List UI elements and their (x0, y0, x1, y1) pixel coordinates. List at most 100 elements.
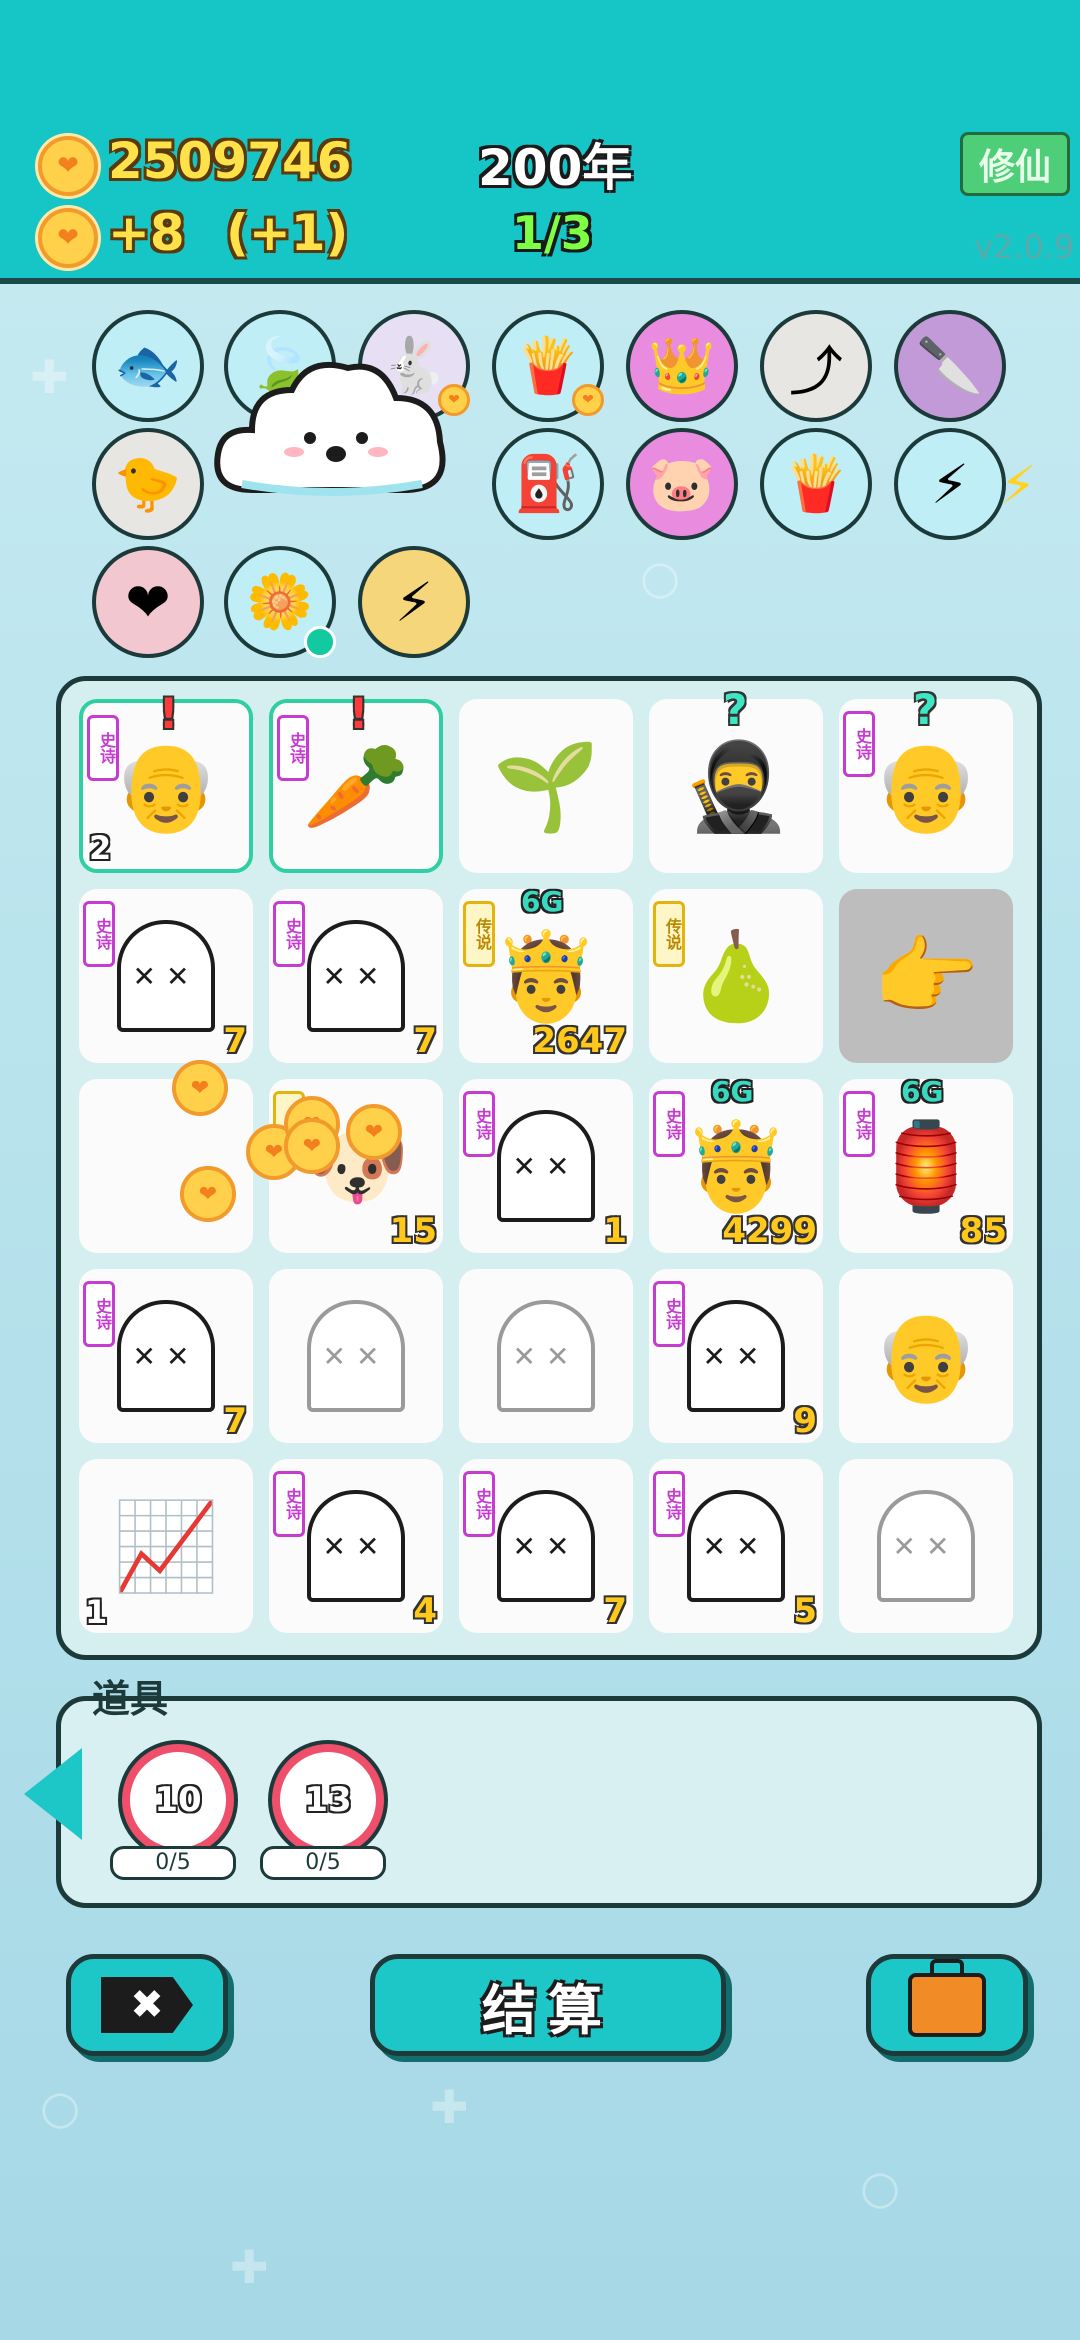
ghost-icon: ✕✕ (269, 1269, 443, 1443)
carrot-icon-glyph: 🥕 (302, 736, 410, 837)
inventory-button[interactable] (866, 1954, 1028, 2056)
ghost-body: ✕✕ (497, 1300, 595, 1412)
board-cell[interactable]: 📈 1 (79, 1459, 253, 1633)
board-cell[interactable]: ✕✕ 史诗 7 (459, 1459, 633, 1633)
lightning-icon[interactable]: ⚡ (358, 546, 470, 658)
grandpa-face-icon: 👴 (839, 1269, 1013, 1443)
empty-cell (79, 1079, 253, 1253)
board-cell[interactable]: 👉 (839, 889, 1013, 1063)
question-mark: ? (913, 685, 938, 734)
board-cell[interactable]: 🏮 史诗 6G 85 (839, 1075, 1013, 1253)
ghost-icon: ✕✕ (459, 1269, 633, 1443)
bald-grandpa-icon-glyph: 👴 (872, 736, 980, 837)
upgrade-arrow-icon[interactable]: ⤴ (760, 310, 872, 422)
rarity-tag: 史诗 (83, 901, 115, 967)
cell-count: 7 (223, 1021, 247, 1061)
ghost-body: ✕✕ (497, 1110, 595, 1222)
cell-count: 5 (793, 1591, 817, 1631)
sixg-badge: 6G (901, 1075, 944, 1108)
cultivate-button[interactable]: 修仙 (960, 132, 1070, 196)
board-cell[interactable]: 👴 史诗? (839, 685, 1013, 873)
fries-icon[interactable]: 🍟 ❤ (492, 310, 604, 422)
cell-count: 15 (389, 1211, 437, 1251)
piggy-bank-icon-glyph: 🐷 (648, 452, 716, 515)
board-cell[interactable]: ✕✕ 史诗 7 (79, 889, 253, 1063)
rarity-tag: 史诗 (463, 1091, 495, 1157)
pump-icon[interactable]: ⛽ (492, 428, 604, 540)
settle-button[interactable]: 结算 (370, 1954, 726, 2056)
board-cell[interactable]: ✕✕ 史诗 7 (79, 1269, 253, 1443)
background-pattern: ○ (40, 2080, 81, 2134)
year-counter: 200年 (478, 139, 633, 197)
board-cell[interactable]: 👴 史诗! 2 (79, 689, 253, 873)
ghost-icon: ✕✕ (839, 1459, 1013, 1633)
chick-icon[interactable]: 🐤 (92, 428, 204, 540)
lightning-icon-glyph: ⚡ (395, 570, 433, 634)
sprout-icon: 🌱 (459, 699, 633, 873)
cell-count: 1 (603, 1211, 627, 1251)
heart-fan-icon[interactable]: ❤ (92, 546, 204, 658)
tool-button[interactable]: 13 (272, 1744, 384, 1856)
board-cell[interactable]: ✕✕ 史诗 1 (459, 1079, 633, 1253)
piggy-bank-icon[interactable]: 🐷 (626, 428, 738, 540)
tool-uses: 0/5 (110, 1846, 236, 1880)
fries-lightning-icon[interactable]: 🍟 (760, 428, 872, 540)
cell-count: 9 (793, 1401, 817, 1441)
board-cell[interactable]: ✕✕ (269, 1269, 443, 1443)
background-pattern: ✚ (230, 2240, 269, 2294)
fries-sticks-icon[interactable]: ⚡ (894, 428, 1006, 540)
top-bar: ❤ 2509746 ❤ +8 (+1) 200年 1/3 修仙 v2.0.9 (0, 0, 1080, 284)
board-cell[interactable]: ✕✕ (459, 1269, 633, 1443)
board-cell[interactable]: 🍐 传说 (649, 889, 823, 1063)
ghost-body: ✕✕ (497, 1490, 595, 1602)
ghost-body: ✕✕ (687, 1490, 785, 1602)
sprout-icon-glyph: 🌱 (492, 736, 600, 837)
flower-pot-icon[interactable]: 🌼 (224, 546, 336, 658)
tool-button[interactable]: 10 (122, 1744, 234, 1856)
cleaver-icon[interactable]: 🔪 (894, 310, 1006, 422)
income-coin-icon: ❤ (38, 208, 98, 268)
rarity-tag: 史诗 (273, 901, 305, 967)
cell-count: 2647 (532, 1021, 627, 1061)
fishbowl-icon[interactable]: 🐟 (92, 310, 204, 422)
board-cell[interactable]: 🌱 (459, 699, 633, 873)
fruit-icon-glyph: 🍐 (682, 926, 790, 1027)
rarity-tag: 史诗 (273, 1471, 305, 1537)
crown-box-icon-glyph: 👑 (648, 334, 716, 397)
board-cell[interactable]: ✕✕ 史诗 5 (649, 1459, 823, 1633)
rarity-tag: 传说 (653, 901, 685, 967)
sixg-badge: 6G (521, 885, 564, 918)
fishbowl-icon-glyph: 🐟 (114, 334, 182, 397)
pump-icon-glyph: ⛽ (514, 452, 582, 515)
cloud-mascot-icon (212, 350, 452, 510)
board-cell[interactable]: 🤴 史诗 6G 4299 (649, 1075, 823, 1253)
question-mark: ? (723, 685, 748, 734)
board-cell[interactable]: ✕✕ (839, 1459, 1013, 1633)
board-cell[interactable]: ✕✕ 史诗 7 (269, 889, 443, 1063)
fries-sticks-icon-glyph: ⚡ (931, 452, 969, 516)
crown-box-icon[interactable]: 👑 (626, 310, 738, 422)
ghost-body: ✕✕ (117, 1300, 215, 1412)
cell-count: 7 (413, 1021, 437, 1061)
close-button[interactable]: ✖ (66, 1954, 228, 2056)
rabbit-house-icon-glyph: 🏮 (872, 1116, 980, 1217)
board-cell[interactable]: 🤴 传说 6G 2647 (459, 885, 633, 1063)
board-cell[interactable] (79, 1079, 253, 1253)
chick-icon-glyph: 🐤 (114, 452, 182, 515)
cleaver-icon-glyph: 🔪 (916, 334, 984, 397)
board-cell[interactable]: 🥕 史诗! (269, 689, 443, 873)
board-cell[interactable]: 👴 (839, 1269, 1013, 1443)
rarity-tag: 传说 (463, 901, 495, 967)
grandpa-face-icon-glyph: 👴 (872, 1306, 980, 1407)
grandpa-face-icon-glyph: 👴 (112, 736, 220, 837)
board-cell[interactable]: 🥷? (649, 685, 823, 873)
tools-collapse-arrow[interactable] (24, 1748, 82, 1840)
board-cell[interactable]: ✕✕ 史诗 9 (649, 1269, 823, 1443)
board-cell[interactable]: ✕✕ 史诗 4 (269, 1459, 443, 1633)
status-dot-icon (304, 626, 336, 658)
ghost-body: ✕✕ (307, 1300, 405, 1412)
sixg-badge: 6G (711, 1075, 754, 1108)
ghost-body: ✕✕ (307, 920, 405, 1032)
rarity-tag: 史诗 (653, 1471, 685, 1537)
close-icon: ✖ (101, 1977, 193, 2033)
